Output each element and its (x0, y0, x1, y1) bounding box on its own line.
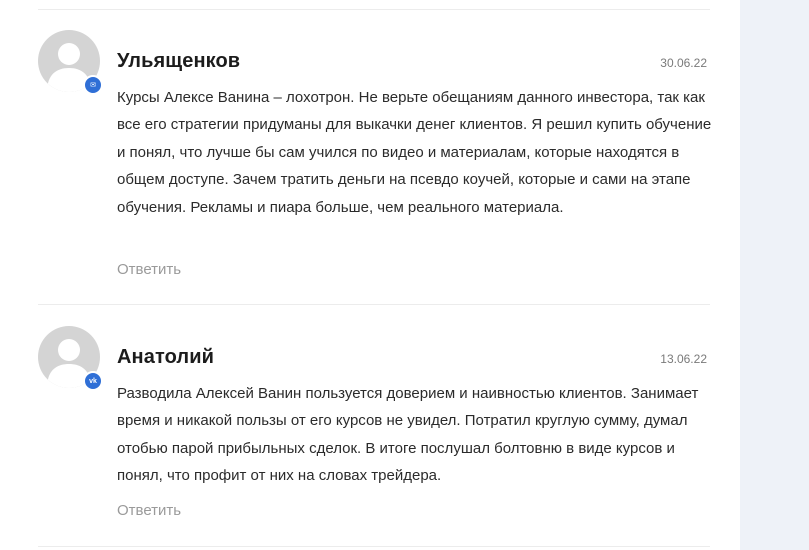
comment-divider (38, 304, 710, 305)
comments-panel: ✉ Ульященков 30.06.22 Курсы Алексе Ванин… (0, 0, 740, 550)
comment-divider (38, 9, 710, 10)
comment-date: 13.06.22 (660, 352, 707, 366)
comment-date: 30.06.22 (660, 56, 707, 70)
comment-author[interactable]: Анатолий (117, 346, 214, 369)
comment-text: Курсы Алексе Ванина – лохотрон. Не верьт… (117, 89, 712, 216)
vk-icon: vk (83, 371, 103, 391)
comment-text: Разводила Алексей Ванин пользуется довер… (117, 385, 699, 485)
reply-button[interactable]: Ответить (117, 261, 181, 278)
comment-author[interactable]: Ульященков (117, 50, 240, 73)
reply-button[interactable]: Ответить (117, 502, 181, 519)
comment-item: ✉ Ульященков 30.06.22 Курсы Алексе Ванин… (38, 30, 712, 290)
comment-divider (38, 546, 710, 547)
comment-item: vk Анатолий 13.06.22 Разводила Алексей В… (38, 326, 710, 536)
mail-icon: ✉ (83, 75, 103, 95)
